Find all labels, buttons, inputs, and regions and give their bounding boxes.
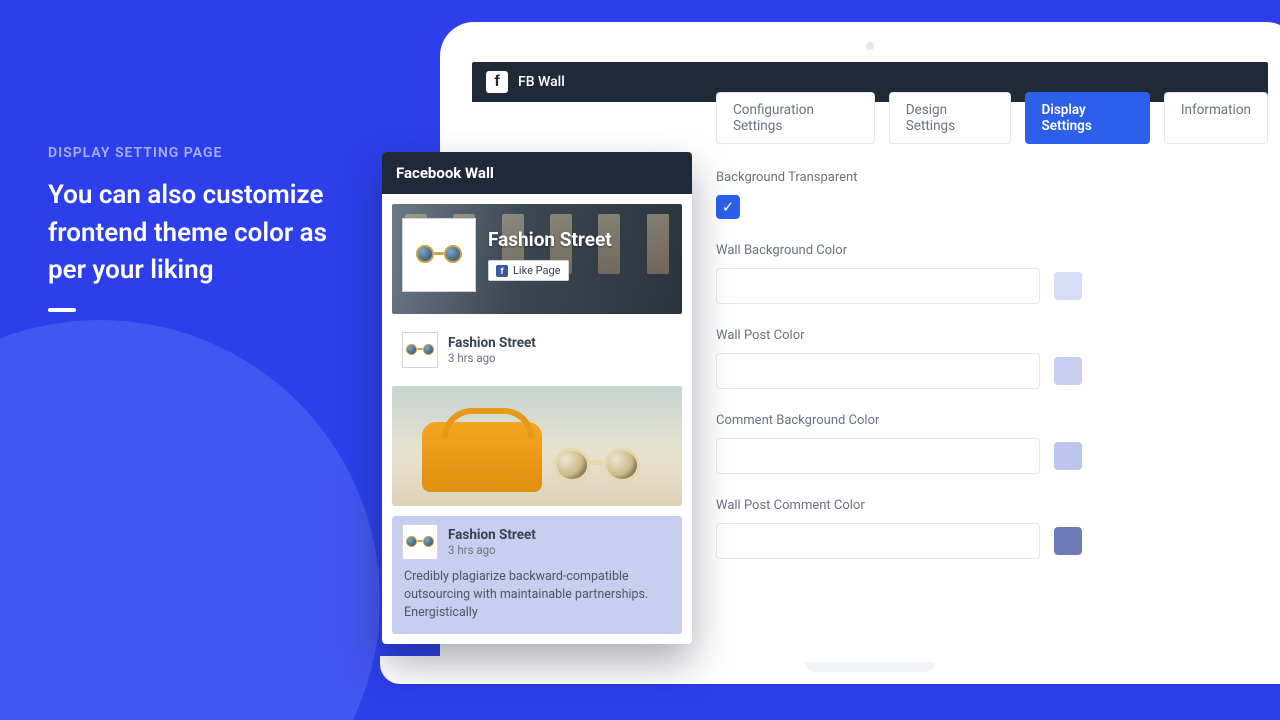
post-avatar	[402, 332, 438, 368]
tab-information[interactable]: Information	[1164, 92, 1268, 144]
laptop-notch	[805, 662, 935, 672]
post-time: 3 hrs ago	[448, 543, 536, 557]
facebook-wall-preview: Facebook Wall Fashion Street f Like Page…	[382, 152, 692, 644]
wall-post-color-input[interactable]	[716, 353, 1040, 389]
wall-post-color-label: Wall Post Color	[716, 328, 1268, 343]
bg-transparent-label: Background Transparent	[716, 170, 1268, 185]
check-icon: ✓	[722, 198, 735, 216]
sunglasses-icon	[416, 245, 462, 265]
tab-design-settings[interactable]: Design Settings	[889, 92, 1011, 144]
camera-dot	[866, 42, 874, 50]
like-page-label: Like Page	[513, 264, 561, 277]
post-author: Fashion Street	[448, 527, 536, 543]
wall-bg-color-input[interactable]	[716, 268, 1040, 304]
wall-post-color-swatch[interactable]	[1054, 357, 1082, 385]
page-avatar	[402, 218, 476, 292]
comment-bg-color-input[interactable]	[716, 438, 1040, 474]
like-page-button[interactable]: f Like Page	[488, 260, 569, 281]
tab-display-settings[interactable]: Display Settings	[1025, 92, 1150, 144]
wall-bg-color-label: Wall Background Color	[716, 243, 1268, 258]
post-text: Credibly plagiarize backward-compatible …	[392, 566, 682, 634]
bg-transparent-checkbox[interactable]: ✓	[716, 195, 740, 219]
comment-bg-color-swatch[interactable]	[1054, 442, 1082, 470]
hero-divider	[48, 308, 76, 312]
facebook-icon: f	[496, 265, 508, 277]
post-author: Fashion Street	[448, 335, 536, 351]
page-name: Fashion Street	[488, 228, 612, 251]
sunglasses-illustration	[554, 448, 640, 484]
hero-copy: DISPLAY SETTING PAGE You can also custom…	[48, 145, 348, 312]
comment-bg-color-label: Comment Background Color	[716, 413, 1268, 428]
laptop-base	[380, 656, 1280, 684]
bag-illustration	[422, 422, 542, 492]
post-avatar	[402, 524, 438, 560]
preview-title: Facebook Wall	[382, 152, 692, 194]
hero-eyebrow: DISPLAY SETTING PAGE	[48, 145, 348, 161]
wall-post: Fashion Street 3 hrs ago	[392, 324, 682, 506]
wall-post-comment-color-label: Wall Post Comment Color	[716, 498, 1268, 513]
wall-post-comment-color-input[interactable]	[716, 523, 1040, 559]
background-decoration	[0, 320, 380, 720]
hero-headline: You can also customize frontend theme co…	[48, 177, 348, 290]
display-settings-form: Background Transparent ✓ Wall Background…	[716, 170, 1268, 559]
tabs: Configuration Settings Design Settings D…	[716, 92, 1268, 144]
tab-configuration-settings[interactable]: Configuration Settings	[716, 92, 875, 144]
wall-post: Fashion Street 3 hrs ago Credibly plagia…	[392, 516, 682, 634]
post-time: 3 hrs ago	[448, 351, 536, 365]
cover-image: Fashion Street f Like Page	[392, 204, 682, 314]
wall-bg-color-swatch[interactable]	[1054, 272, 1082, 300]
post-image	[392, 386, 682, 506]
wall-post-comment-color-swatch[interactable]	[1054, 527, 1082, 555]
